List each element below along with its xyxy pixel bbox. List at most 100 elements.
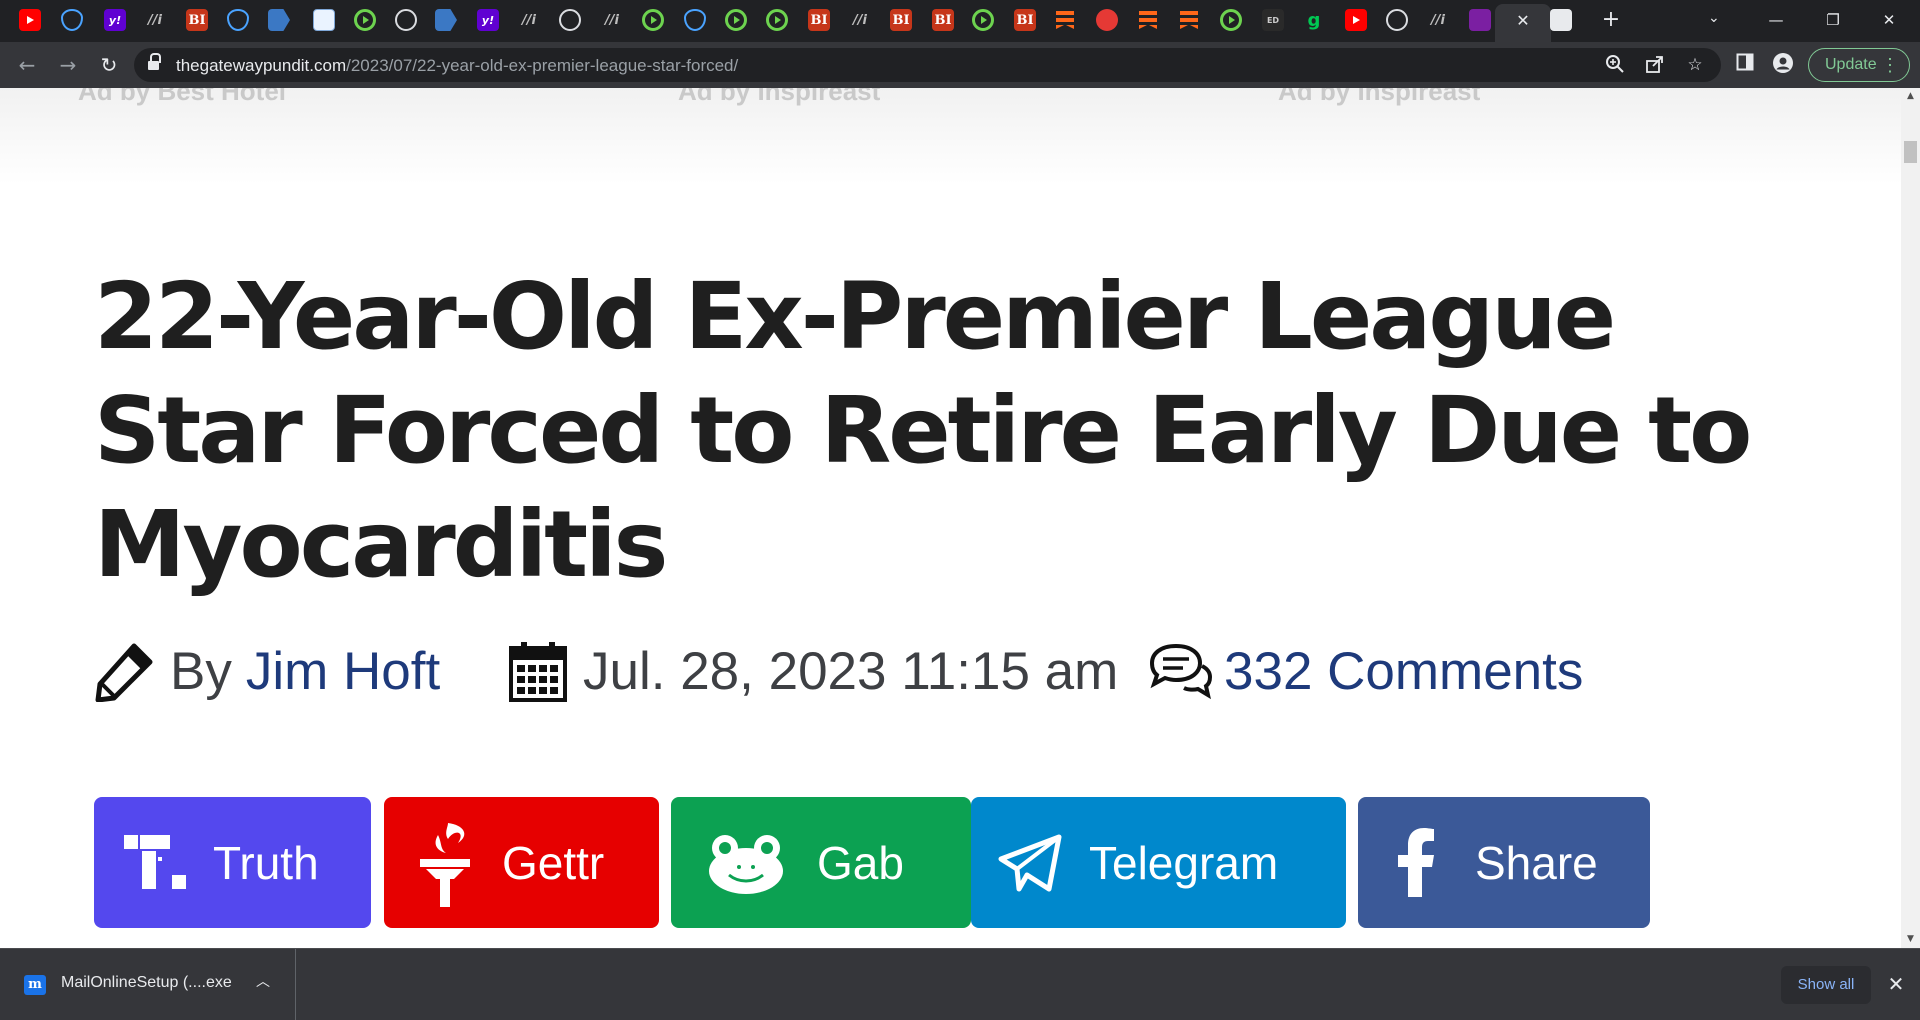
tab-play-favicon[interactable] [1220, 9, 1242, 31]
tab-arrow-favicon[interactable] [268, 9, 290, 31]
facebook-label: Share [1475, 836, 1598, 889]
lock-icon[interactable] [148, 53, 161, 71]
tab-play-favicon[interactable] [972, 9, 994, 31]
tab-bi-favicon[interactable]: BI [932, 9, 954, 31]
mailonline-file-icon: m [24, 975, 46, 995]
tab-youtube-favicon[interactable] [19, 9, 41, 31]
tab-strip: y! //i BI y! //i //i BI //i BI BI BI ED … [0, 0, 1920, 42]
comments-link[interactable]: 332 Comments [1224, 641, 1583, 702]
article-page: Ad by Best Hotel Ad by Inspireast Ad by … [0, 88, 1901, 948]
restore-window-icon[interactable]: ❐ [1813, 6, 1853, 34]
gettr-torch-icon [420, 823, 470, 907]
tab-slash-favicon[interactable]: //i [601, 9, 623, 31]
close-tab-icon[interactable]: ✕ [1512, 10, 1534, 32]
tab-play-favicon[interactable] [725, 9, 747, 31]
ad-credit[interactable]: Ad by Best Hotel [78, 88, 286, 107]
tab-mic-favicon[interactable] [1096, 9, 1118, 31]
post-date: Jul. 28, 2023 11:15 am [583, 641, 1119, 701]
date-block: Jul. 28, 2023 11:15 am [509, 636, 1118, 706]
tab-search-chevron-icon[interactable]: ⌄ [1708, 10, 1720, 26]
pencil-icon [95, 643, 153, 702]
profile-avatar-icon[interactable] [1771, 53, 1795, 77]
tab-yahoo-favicon[interactable]: y! [104, 9, 126, 31]
tab-bi-favicon[interactable]: BI [186, 9, 208, 31]
tab-play-favicon[interactable] [642, 9, 664, 31]
tab-substack-favicon[interactable] [1054, 9, 1076, 31]
minimize-icon[interactable]: — [1756, 6, 1796, 34]
ad-credit[interactable]: Ad by Inspireast [1278, 88, 1480, 107]
tab-slash-favicon[interactable]: //i [849, 9, 871, 31]
gab-share-button[interactable]: Gab [671, 797, 971, 928]
tab-shield-favicon[interactable] [61, 9, 83, 31]
close-shelf-icon[interactable]: ✕ [1881, 969, 1911, 999]
gab-frog-icon [709, 835, 783, 894]
reload-icon[interactable]: ↻ [96, 52, 122, 78]
tab-slash-favicon[interactable]: //i [144, 9, 166, 31]
chevron-up-icon[interactable]: ︿ [256, 971, 270, 991]
more-menu-icon[interactable]: ⋮ [1881, 49, 1899, 81]
tab-substack-favicon[interactable] [1137, 9, 1159, 31]
show-all-button[interactable]: Show all [1781, 966, 1871, 1004]
tab-substack-favicon[interactable] [1178, 9, 1200, 31]
forward-arrow-icon[interactable]: → [55, 52, 81, 78]
article-byline: By Jim Hoft Jul. 28, 2023 11:15 am 332 C… [94, 636, 1814, 706]
tab-mail-favicon[interactable] [1469, 9, 1491, 31]
tab-grid-favicon[interactable] [313, 9, 335, 31]
download-shelf: m MailOnlineSetup (....exe ︿ Show all ✕ [0, 948, 1920, 1020]
close-window-icon[interactable]: ✕ [1869, 6, 1909, 34]
scroll-down-arrow-icon[interactable]: ▼ [1901, 931, 1920, 948]
tab-shield-favicon[interactable] [227, 9, 249, 31]
telegram-label: Telegram [1089, 836, 1279, 889]
truth-share-button[interactable]: Truth [94, 797, 371, 928]
url-text[interactable]: thegatewaypundit.com/2023/07/22-year-old… [176, 56, 738, 76]
scroll-up-arrow-icon[interactable]: ▲ [1901, 88, 1920, 105]
back-arrow-icon[interactable]: ← [14, 52, 40, 78]
tab-editorial-favicon[interactable]: ED [1262, 9, 1284, 31]
truth-label: Truth [213, 836, 319, 889]
gettr-label: Gettr [502, 836, 605, 889]
facebook-share-button[interactable]: Share [1358, 797, 1650, 928]
zoom-icon[interactable] [1604, 54, 1626, 76]
address-bar[interactable]: thegatewaypundit.com/2023/07/22-year-old… [134, 48, 1721, 82]
telegram-share-button[interactable]: Telegram [971, 797, 1346, 928]
new-tab-button[interactable]: + [1598, 7, 1624, 33]
bookmark-star-icon[interactable]: ☆ [1684, 54, 1706, 76]
side-panel-icon[interactable] [1733, 53, 1757, 77]
facebook-icon [1398, 828, 1434, 897]
tab-globe-favicon[interactable] [395, 9, 417, 31]
tab-g-favicon[interactable]: g [1303, 9, 1325, 31]
tab-slash-favicon[interactable]: //i [518, 9, 540, 31]
share-page-icon[interactable] [1644, 54, 1666, 76]
tab-youtube-favicon[interactable] [1345, 9, 1367, 31]
update-label: Update [1825, 56, 1877, 73]
truth-social-icon [124, 835, 186, 889]
url-path: /2023/07/22-year-old-ex-premier-league-s… [346, 56, 739, 75]
tab-globe-favicon[interactable] [1386, 9, 1408, 31]
calendar-icon [509, 642, 567, 702]
comments-bubble-icon [1149, 643, 1212, 700]
download-file-name: MailOnlineSetup (....exe [61, 974, 232, 991]
tab-globe-favicon[interactable] [559, 9, 581, 31]
by-prefix: By [170, 641, 232, 701]
tab-play-favicon[interactable] [354, 9, 376, 31]
scrollbar-thumb[interactable] [1904, 141, 1917, 163]
tab-slash-favicon[interactable]: //i [1427, 9, 1449, 31]
article-headline: 22-Year-Old Ex-Premier League Star Force… [94, 263, 1752, 598]
tab-yahoo-favicon[interactable]: y! [477, 9, 499, 31]
tab-bi-favicon[interactable]: BI [808, 9, 830, 31]
author-link[interactable]: Jim Hoft [246, 641, 440, 702]
tab-bi-favicon[interactable]: BI [1014, 9, 1036, 31]
page-scrollbar[interactable]: ▲ ▼ [1901, 88, 1920, 948]
download-item[interactable]: m MailOnlineSetup (....exe ︿ [0, 949, 296, 1020]
tab-arrow-favicon[interactable] [435, 9, 457, 31]
ad-credit[interactable]: Ad by Inspireast [678, 88, 880, 107]
tab-bi-favicon[interactable]: BI [890, 9, 912, 31]
tab-shield-favicon[interactable] [684, 9, 706, 31]
gettr-share-button[interactable]: Gettr [384, 797, 659, 928]
author-block: By Jim Hoft [94, 636, 440, 706]
tab-play-favicon[interactable] [766, 9, 788, 31]
tab-lock-favicon[interactable] [1550, 9, 1572, 31]
update-button[interactable]: Update ⋮ [1808, 48, 1910, 82]
gab-label: Gab [817, 836, 904, 889]
comments-block: 332 Comments [1148, 636, 1583, 706]
